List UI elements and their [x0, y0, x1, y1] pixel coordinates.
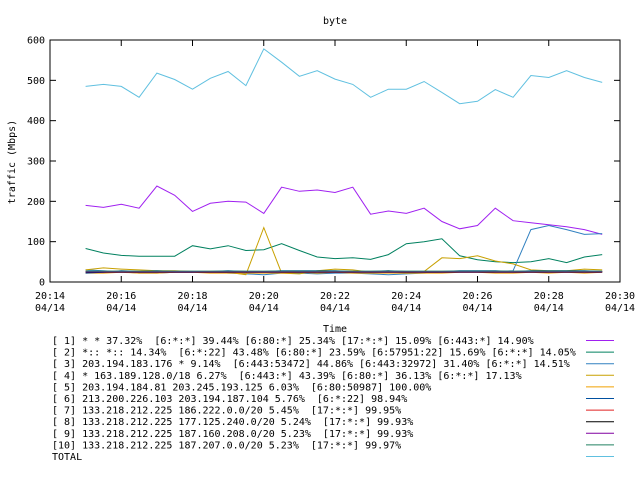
x-tick-label-date: 04/14	[534, 303, 564, 314]
x-tick-label-time: 20:24	[391, 291, 421, 302]
y-tick-label: 400	[27, 116, 45, 127]
y-tick-label: 300	[27, 157, 45, 168]
x-tick-label-time: 20:22	[320, 291, 350, 302]
x-tick-label-date: 04/14	[391, 303, 421, 314]
legend-entry-label: TOTAL	[52, 452, 82, 463]
x-tick-label-date: 04/14	[320, 303, 350, 314]
legend-entry-label: [ 9] 133.218.212.225 187.160.208.0/20 5.…	[52, 429, 413, 440]
x-tick-label-date: 04/14	[249, 303, 279, 314]
x-tick-label-time: 20:26	[462, 291, 492, 302]
x-tick-label-date: 04/14	[462, 303, 492, 314]
x-tick-label-time: 20:30	[605, 291, 635, 302]
x-tick-label-time: 20:14	[35, 291, 65, 302]
legend-entry-label: [ 5] 203.194.184.81 203.245.193.125 6.03…	[52, 382, 431, 393]
x-tick-label-time: 20:20	[249, 291, 279, 302]
series-line-4	[85, 226, 603, 276]
series-line-11	[85, 48, 603, 105]
traffic-chart: byte traffic (Mbps) Time 0 100 200 300 400 50…	[7, 16, 635, 463]
legend-entry-label: [10] 133.218.212.225 187.207.0.0/20 5.23…	[52, 440, 401, 451]
y-tick-label: 600	[27, 36, 45, 47]
x-tick-label-date: 04/14	[35, 303, 65, 314]
legend-entry-label: [ 8] 133.218.212.225 177.125.240.0/20 5.…	[52, 417, 413, 428]
y-tick-label: 100	[27, 237, 45, 248]
legend-entry-label: [ 1] * * 37.32% [6:*:*] 39.44% [6:80:*] …	[52, 336, 534, 347]
x-tick-label-date: 04/14	[605, 303, 635, 314]
x-tick-label-date: 04/14	[106, 303, 136, 314]
x-tick-label-time: 20:18	[177, 291, 207, 302]
legend-entry-label: [ 3] 203.194.183.176 * 9.14% [6:443:5347…	[52, 359, 570, 370]
legend-entry-label: [ 7] 133.218.212.225 186.222.0.0/20 5.45…	[52, 406, 401, 417]
y-tick-label: 500	[27, 76, 45, 87]
series-line-2	[85, 238, 603, 264]
x-axis-label: Time	[323, 324, 347, 335]
series-lines	[85, 48, 603, 276]
y-tick-label: 200	[27, 197, 45, 208]
x-tick-label-time: 20:28	[534, 291, 564, 302]
legend-entry-label: [ 6] 213.200.226.103 203.194.187.104 5.7…	[52, 394, 407, 405]
x-tick-label-time: 20:16	[106, 291, 136, 302]
legend: [ 1] * * 37.32% [6:*:*] 39.44% [6:80:*] …	[52, 336, 614, 463]
chart-title: byte	[323, 16, 347, 27]
legend-entry-label: [ 2] *:: *:: 14.34% [6:*:22] 43.48% [6:8…	[52, 348, 576, 359]
x-tick-label-date: 04/14	[177, 303, 207, 314]
y-axis-label: traffic (Mbps)	[7, 120, 18, 204]
legend-entry-label: [ 4] * 163.189.128.0/18 6.27% [6:443:*] …	[52, 371, 522, 382]
series-line-1	[85, 185, 603, 235]
y-tick-label: 0	[39, 278, 45, 289]
